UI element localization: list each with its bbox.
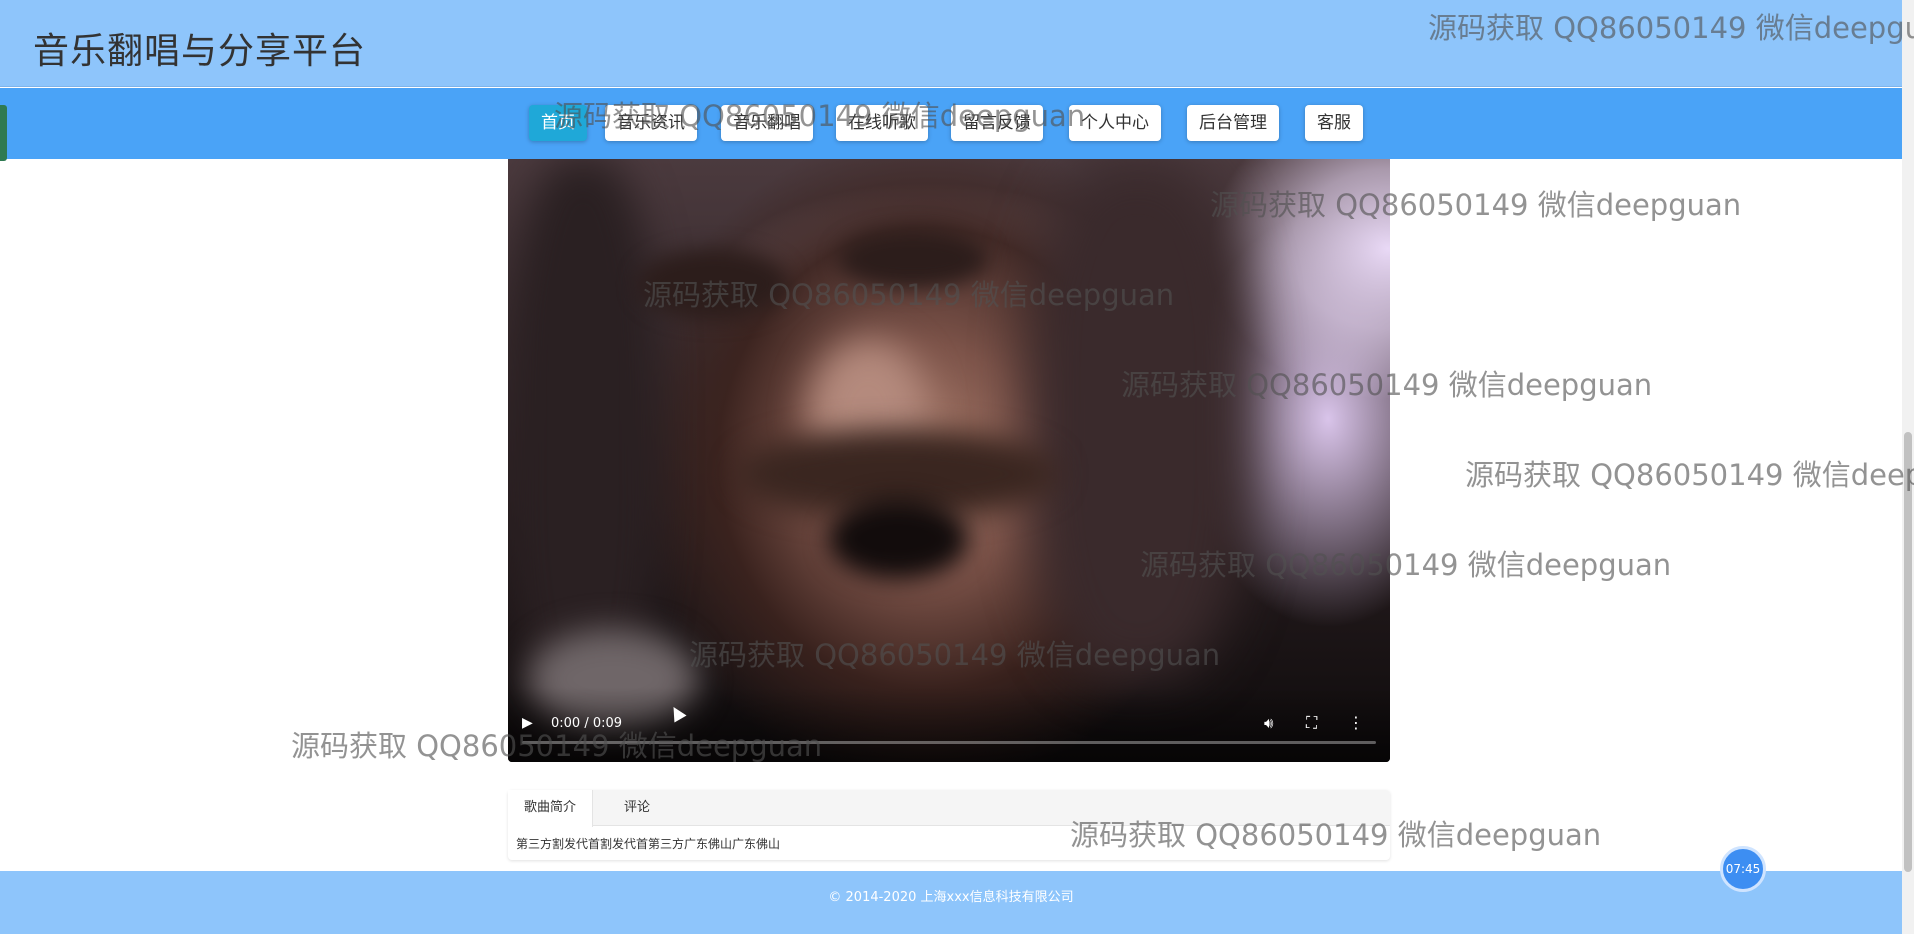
fullscreen-icon[interactable]: ⛶ [1306, 713, 1317, 733]
nav-online-listen-button[interactable]: 在线听歌 [836, 105, 928, 141]
top-header: 音乐翻唱与分享平台 [0, 0, 1902, 87]
watermark: 源码获取 QQ86050149 微信deepguan [1465, 458, 1914, 492]
video-controls: ▶ 0:00 / 0:09 🔊︎ ⛶ ⋮ [508, 687, 1390, 762]
page-scrollbar[interactable] [1902, 0, 1914, 934]
song-info-tabs: 歌曲简介 评论 第三方割发代首割发代首第三方广东佛山广东佛山 [508, 790, 1390, 860]
more-options-icon[interactable]: ⋮ [1348, 713, 1364, 732]
side-drawer-handle[interactable] [0, 105, 7, 161]
nav-customer-service-button[interactable]: 客服 [1305, 105, 1363, 141]
video-time: 0:00 / 0:09 [551, 716, 623, 731]
video-shade [828, 499, 968, 579]
video-progress-bar[interactable] [522, 741, 1376, 744]
nav-music-news-button[interactable]: 音乐资讯 [605, 105, 697, 141]
copyright-text: © 2014-2020 上海xxx信息科技有限公司 [828, 890, 1074, 905]
tab-header: 歌曲简介 评论 [508, 790, 1390, 827]
nav-home-button[interactable]: 首页 [529, 105, 587, 141]
main-nav: 首页 音乐资讯 音乐翻唱 在线听歌 留言反馈 个人中心 后台管理 客服 [0, 88, 1902, 159]
song-intro-text: 第三方割发代首割发代首第三方广东佛山广东佛山 [516, 837, 781, 851]
video-player[interactable]: ▶ 0:00 / 0:09 🔊︎ ⛶ ⋮ [508, 159, 1390, 762]
volume-icon[interactable]: 🔊︎ [1264, 714, 1273, 732]
clock-badge[interactable]: 07:45 [1720, 846, 1766, 892]
nav-feedback-button[interactable]: 留言反馈 [951, 105, 1043, 141]
tab-comments[interactable]: 评论 [608, 790, 666, 826]
play-icon[interactable]: ▶ [522, 715, 533, 731]
nav-music-cover-button[interactable]: 音乐翻唱 [721, 105, 813, 141]
page: 音乐翻唱与分享平台 首页 音乐资讯 音乐翻唱 在线听歌 留言反馈 个人中心 后台… [0, 0, 1914, 934]
video-shade [638, 249, 788, 319]
footer: © 2014-2020 上海xxx信息科技有限公司 [0, 871, 1902, 934]
scrollbar-thumb[interactable] [1904, 432, 1912, 872]
tab-song-intro[interactable]: 歌曲简介 [508, 790, 594, 827]
nav-personal-center-button[interactable]: 个人中心 [1069, 105, 1161, 141]
video-shade [1028, 159, 1248, 679]
site-title: 音乐翻唱与分享平台 [33, 31, 367, 72]
nav-admin-button[interactable]: 后台管理 [1187, 105, 1279, 141]
video-shade [838, 229, 988, 289]
